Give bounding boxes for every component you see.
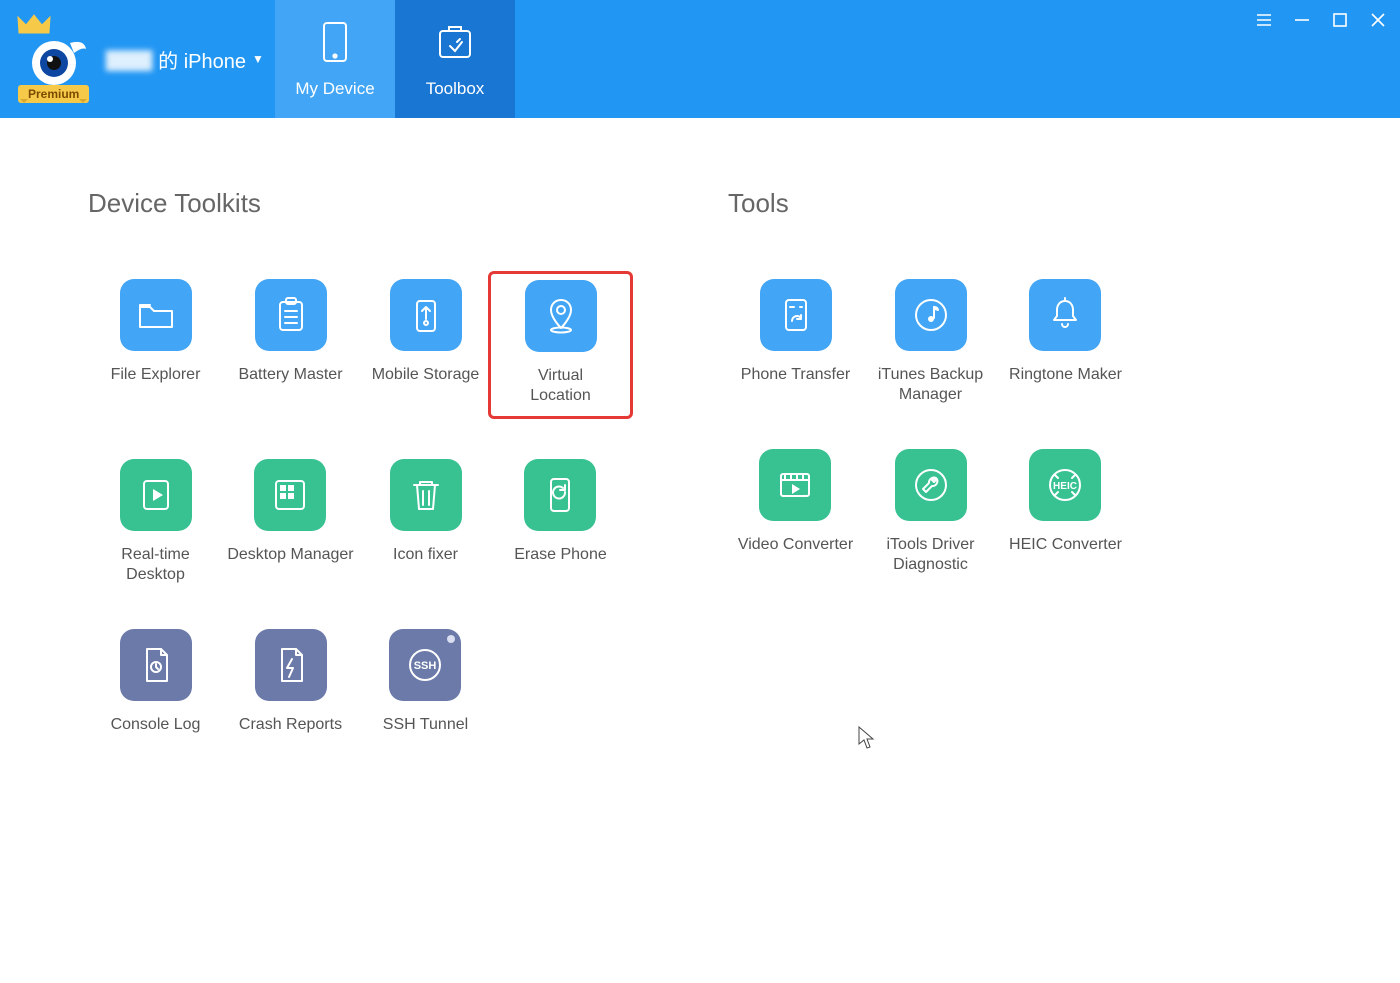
section-title: Device Toolkits (88, 188, 648, 219)
svg-text:HEIC: HEIC (1054, 481, 1078, 492)
video-icon (759, 449, 831, 521)
menu-button[interactable] (1252, 8, 1276, 32)
tool-label: Virtual Location (507, 366, 614, 406)
device-name-suffix: 的 iPhone (158, 45, 246, 74)
tool-icon-fixer[interactable]: Icon fixer (358, 459, 493, 589)
logo-area: Premium ▇▇▇ 的 iPhone ▼ (0, 0, 275, 118)
tool-erase-phone[interactable]: Erase Phone (493, 459, 628, 589)
trash-icon (390, 459, 462, 531)
app-header: Premium ▇▇▇ 的 iPhone ▼ My Device (0, 0, 1400, 118)
tool-label: iTunes Backup Manager (866, 365, 996, 405)
main-tabs: My Device Toolbox (275, 0, 515, 118)
folder-icon (120, 279, 192, 351)
device-icon (312, 19, 358, 65)
tool-label: SSH Tunnel (383, 715, 468, 735)
tool-heic-converter[interactable]: HEIC HEIC Converter (998, 449, 1133, 579)
tool-label: Icon fixer (393, 545, 458, 565)
tool-console-log[interactable]: Console Log (88, 629, 223, 759)
tool-label: Ringtone Maker (1009, 365, 1122, 385)
tab-label: My Device (295, 79, 374, 99)
tool-label: Battery Master (238, 365, 342, 385)
eye-icon (24, 29, 88, 93)
maximize-button[interactable] (1328, 8, 1352, 32)
wrench-icon (895, 449, 967, 521)
play-icon (120, 459, 192, 531)
tools-section: Tools Phone Transfer iTunes Backup Manage… (728, 188, 1188, 759)
tool-itunes-backup[interactable]: iTunes Backup Manager (863, 279, 998, 409)
tool-video-converter[interactable]: Video Converter (728, 449, 863, 579)
device-selector[interactable]: ▇▇▇ 的 iPhone ▼ (106, 45, 264, 74)
premium-badge: Premium (18, 85, 89, 103)
location-pin-icon (525, 280, 597, 352)
tool-label: Desktop Manager (227, 545, 353, 565)
tool-battery-master[interactable]: Battery Master (223, 279, 358, 419)
chevron-down-icon: ▼ (252, 52, 264, 66)
tool-crash-reports[interactable]: Crash Reports (223, 629, 358, 759)
tool-label: Crash Reports (239, 715, 342, 735)
tab-my-device[interactable]: My Device (275, 0, 395, 118)
tool-label: Erase Phone (514, 545, 607, 565)
tool-label: HEIC Converter (1009, 535, 1122, 555)
tool-label: Mobile Storage (372, 365, 480, 385)
tool-phone-transfer[interactable]: Phone Transfer (728, 279, 863, 409)
usb-disk-icon (390, 279, 462, 351)
tool-label: Real-time Desktop (91, 545, 221, 585)
tab-toolbox[interactable]: Toolbox (395, 0, 515, 118)
tab-label: Toolbox (426, 79, 485, 99)
music-note-icon (895, 279, 967, 351)
close-button[interactable] (1366, 8, 1390, 32)
heic-icon: HEIC (1029, 449, 1101, 521)
device-name-blurred: ▇▇▇ (106, 47, 152, 72)
tool-label: Phone Transfer (741, 365, 850, 385)
minimize-button[interactable] (1290, 8, 1314, 32)
tool-driver-diagnostic[interactable]: iTools Driver Diagnostic (863, 449, 998, 579)
tool-virtual-location[interactable]: Virtual Location (488, 279, 633, 419)
device-toolkits-section: Device Toolkits File Explorer Battery Mas… (88, 188, 648, 759)
clipboard-icon (255, 279, 327, 351)
tool-ssh-tunnel[interactable]: SSH SSH Tunnel (358, 629, 493, 759)
bell-icon (1029, 279, 1101, 351)
tool-label: Console Log (111, 715, 201, 735)
tool-realtime-desktop[interactable]: Real-time Desktop (88, 459, 223, 589)
tool-label: Video Converter (738, 535, 853, 555)
window-controls (1252, 8, 1390, 32)
tool-ringtone-maker[interactable]: Ringtone Maker (998, 279, 1133, 409)
tool-mobile-storage[interactable]: Mobile Storage (358, 279, 493, 419)
tool-file-explorer[interactable]: File Explorer (88, 279, 223, 419)
app-logo: Premium (10, 9, 100, 109)
content: Device Toolkits File Explorer Battery Mas… (0, 118, 1400, 759)
transfer-icon (760, 279, 832, 351)
tool-label: iTools Driver Diagnostic (866, 535, 996, 575)
crash-icon (255, 629, 327, 701)
tool-desktop-manager[interactable]: Desktop Manager (223, 459, 358, 589)
apps-grid-icon (254, 459, 326, 531)
toolbox-icon (432, 19, 478, 65)
phone-reset-icon (524, 459, 596, 531)
tool-label: File Explorer (111, 365, 201, 385)
log-file-icon (120, 629, 192, 701)
section-title: Tools (728, 188, 1188, 219)
ssh-icon: SSH (389, 629, 461, 701)
svg-text:SSH: SSH (414, 660, 437, 672)
